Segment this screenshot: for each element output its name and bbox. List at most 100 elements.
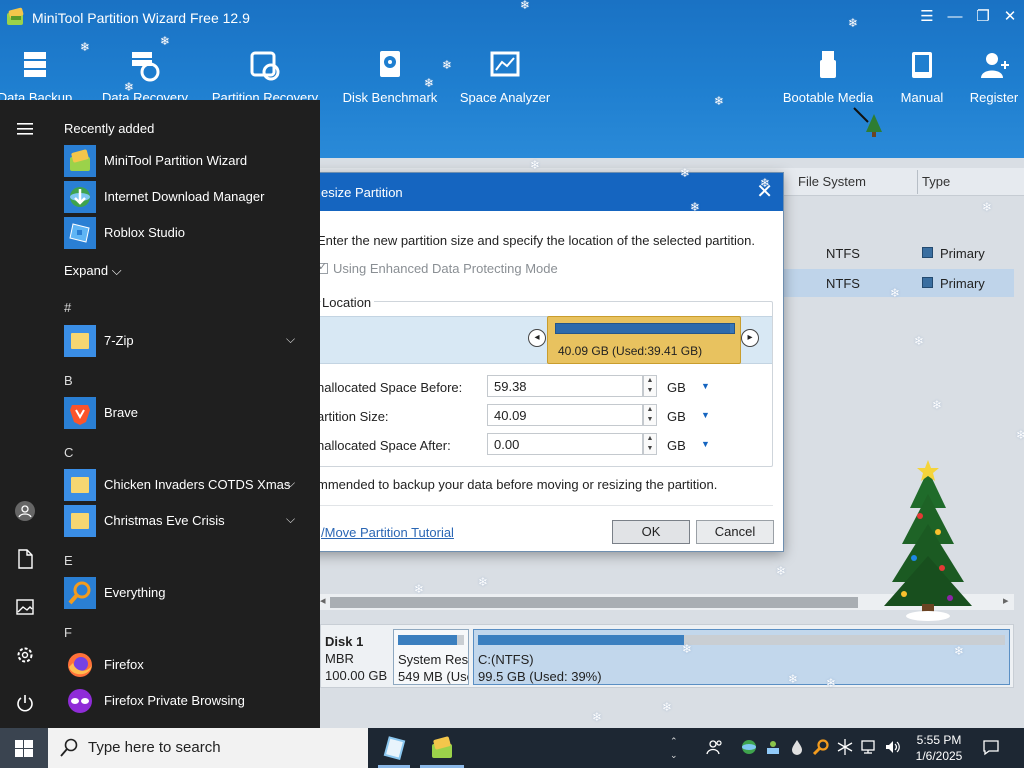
start-button[interactable] bbox=[0, 728, 48, 768]
chevron-down-icon[interactable]: ⌵ bbox=[286, 332, 295, 347]
taskbar: Type here to search ⌃ ⌄ 5:55 PM 1/6/2025 bbox=[0, 728, 1024, 768]
network-share-icon[interactable] bbox=[764, 738, 782, 756]
hamburger-menu-icon[interactable] bbox=[14, 118, 36, 140]
snowflake-icon: ❄ bbox=[478, 575, 489, 589]
partition-size-input[interactable]: 40.09 bbox=[487, 404, 643, 426]
snowflake-icon: ❄ bbox=[520, 0, 531, 12]
ok-button[interactable]: OK bbox=[612, 520, 690, 544]
scroll-right-icon[interactable]: ▸ bbox=[1003, 594, 1009, 607]
snowflake-icon: ❄ bbox=[682, 642, 693, 656]
search-placeholder: Type here to search bbox=[88, 739, 221, 756]
christmas-tree-decoration bbox=[884, 460, 972, 621]
taskbar-search-box[interactable]: Type here to search bbox=[48, 728, 368, 768]
app-firefox-private[interactable]: Firefox Private Browsing bbox=[62, 684, 312, 718]
chevron-down-icon[interactable]: ⌵ bbox=[286, 476, 295, 491]
snowflake-icon: ❄ bbox=[414, 582, 425, 596]
app-minitool-partition-wizard[interactable]: MiniTool Partition Wizard bbox=[62, 144, 312, 178]
cancel-button[interactable]: Cancel bbox=[696, 520, 774, 544]
snowflake-icon: ❄ bbox=[690, 200, 701, 214]
app-7zip[interactable]: 7-Zip ⌵ bbox=[62, 324, 312, 358]
snowflake-icon: ❄ bbox=[680, 166, 691, 180]
bootable-media-icon bbox=[820, 51, 836, 78]
used-space-bar bbox=[556, 324, 731, 333]
unit-dropdown-icon[interactable]: ▼ bbox=[701, 381, 710, 391]
space-before-stepper[interactable]: ▲ ▼ bbox=[643, 375, 657, 397]
everything-tray-icon[interactable] bbox=[812, 738, 830, 756]
space-after-input[interactable]: 0.00 bbox=[487, 433, 643, 455]
taskbar-clock[interactable]: 5:55 PM 1/6/2025 bbox=[908, 732, 970, 764]
partition-system-reserved[interactable]: System Rese 549 MB (Use bbox=[393, 629, 469, 685]
close-button[interactable]: ✕ bbox=[997, 6, 1023, 28]
partition-resize-handle[interactable]: 40.09 GB (Used:39.41 GB) bbox=[547, 316, 741, 364]
letter-header[interactable]: B bbox=[64, 373, 73, 388]
scrollbar-thumb[interactable] bbox=[330, 597, 858, 608]
usage-bar bbox=[478, 635, 684, 645]
volume-icon[interactable] bbox=[884, 738, 902, 756]
partition-recovery-button[interactable]: Partition Recovery bbox=[210, 48, 320, 105]
scroll-left-icon[interactable]: ◂ bbox=[320, 594, 326, 607]
menu-icon[interactable]: ☰ bbox=[914, 6, 940, 28]
snowflake-icon: ❄ bbox=[982, 200, 993, 214]
snowflake-icon: ❄ bbox=[826, 676, 837, 690]
taskbar-overflow-icon[interactable]: ⌃ ⌄ bbox=[670, 734, 678, 762]
documents-icon[interactable] bbox=[14, 548, 36, 570]
move-left-button[interactable]: ◂ bbox=[528, 329, 546, 347]
chevron-down-icon[interactable]: ⌵ bbox=[286, 512, 295, 527]
partition-c-drive[interactable]: C:(NTFS) 99.5 GB (Used: 39%) bbox=[473, 629, 1010, 685]
snowflake-icon: ❄ bbox=[776, 564, 787, 578]
space-before-input[interactable]: 59.38 bbox=[487, 375, 643, 397]
column-file-system[interactable]: File System bbox=[798, 174, 866, 189]
unit-dropdown-icon[interactable]: ▼ bbox=[701, 410, 710, 420]
windows-logo-icon bbox=[15, 740, 33, 757]
app-christmas-eve-crisis[interactable]: Christmas Eve Crisis ⌵ bbox=[62, 504, 312, 538]
network-icon[interactable] bbox=[860, 738, 878, 756]
partition-size-stepper[interactable]: ▲ ▼ bbox=[643, 404, 657, 426]
column-separator[interactable] bbox=[917, 170, 918, 194]
app-brave[interactable]: Brave bbox=[62, 396, 312, 430]
snowflake-icon: ❄ bbox=[592, 710, 603, 724]
dialog-title: esize Partition bbox=[321, 185, 403, 200]
letter-header[interactable]: E bbox=[64, 553, 73, 568]
app-firefox[interactable]: Firefox bbox=[62, 648, 312, 682]
app-everything[interactable]: Everything bbox=[62, 576, 312, 610]
expand-link[interactable]: Expand ⌵ bbox=[64, 263, 122, 279]
letter-header[interactable]: F bbox=[64, 625, 72, 640]
people-icon[interactable] bbox=[706, 738, 724, 756]
space-after-stepper[interactable]: ▲ ▼ bbox=[643, 433, 657, 455]
disk-benchmark-icon bbox=[380, 51, 400, 77]
maximize-button[interactable]: ❐ bbox=[970, 6, 996, 28]
move-right-button[interactable]: ▸ bbox=[741, 329, 759, 347]
snowflake-icon: ❄ bbox=[954, 644, 965, 658]
manual-icon bbox=[912, 52, 932, 78]
app-internet-download-manager[interactable]: Internet Download Manager bbox=[62, 180, 312, 214]
minimize-button[interactable]: — bbox=[942, 6, 968, 28]
snowflake-icon: ❄ bbox=[788, 672, 799, 686]
idm-tray-icon[interactable] bbox=[740, 738, 758, 756]
taskbar-minitool-icon[interactable] bbox=[426, 732, 458, 764]
snowflake-icon: ❄ bbox=[760, 176, 771, 190]
folder-icon bbox=[64, 325, 96, 357]
column-type[interactable]: Type bbox=[922, 174, 950, 189]
app-chicken-invaders[interactable]: Chicken Invaders COTDS Xmas ⌵ bbox=[62, 468, 312, 502]
space-analyzer-button[interactable]: Space Analyzer bbox=[450, 48, 560, 105]
notifications-icon[interactable] bbox=[982, 738, 1000, 756]
space-after-label: nallocated Space After: bbox=[317, 438, 451, 453]
recently-added-heading: Recently added bbox=[64, 121, 155, 136]
settings-gear-icon[interactable] bbox=[14, 644, 36, 666]
data-recovery-button[interactable]: Data Recovery bbox=[90, 48, 200, 105]
app-roblox-studio[interactable]: Roblox Studio bbox=[62, 216, 312, 250]
power-icon[interactable] bbox=[14, 692, 36, 714]
disk-map[interactable]: Disk 1 MBR 100.00 GB System Rese 549 MB … bbox=[320, 624, 1014, 688]
user-avatar-icon[interactable] bbox=[14, 500, 36, 522]
snowflake-tray-icon[interactable] bbox=[836, 738, 854, 756]
disk-info: Disk 1 MBR 100.00 GB bbox=[325, 634, 388, 683]
tutorial-link[interactable]: /Move Partition Tutorial bbox=[321, 525, 454, 540]
taskbar-notes-icon[interactable] bbox=[378, 732, 410, 764]
water-drop-icon[interactable] bbox=[788, 738, 806, 756]
unit-dropdown-icon[interactable]: ▼ bbox=[701, 439, 710, 449]
data-backup-button[interactable]: Data Backup bbox=[0, 48, 90, 105]
pictures-icon[interactable] bbox=[14, 596, 36, 618]
letter-header[interactable]: # bbox=[64, 300, 71, 315]
letter-header[interactable]: C bbox=[64, 445, 73, 460]
register-button[interactable]: Register bbox=[939, 48, 1024, 105]
